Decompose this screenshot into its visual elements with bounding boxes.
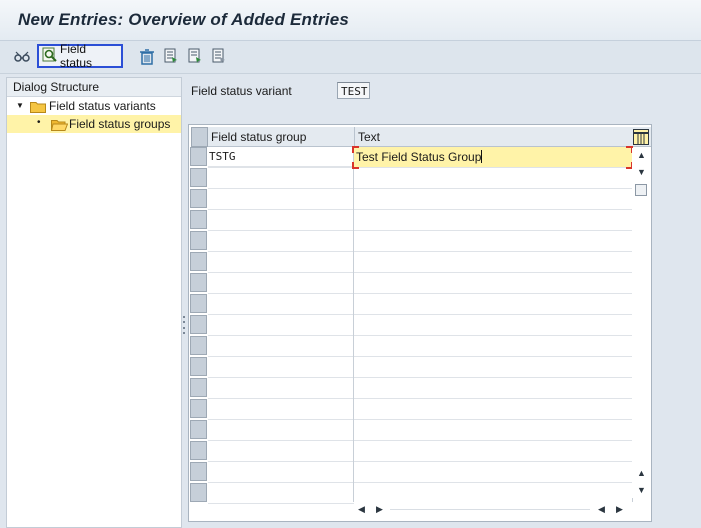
scroll-right-icon[interactable]: ▶ — [616, 504, 623, 515]
dialog-structure-panel: Dialog Structure ▼ Field status variants… — [6, 77, 182, 528]
required-marker-top-left — [352, 146, 359, 153]
text-input[interactable]: Test Field Status Group — [354, 147, 632, 167]
table-row — [208, 272, 632, 273]
column-header-text[interactable]: Text — [354, 127, 632, 147]
horizontal-scrollbar[interactable]: ◀ ▶ ◀ ▶ — [354, 502, 632, 518]
row-selector[interactable] — [190, 420, 207, 439]
table-row — [208, 419, 632, 420]
trash-icon[interactable] — [137, 46, 157, 66]
column-divider — [353, 147, 354, 502]
application-toolbar: Field status — [0, 41, 701, 74]
row-selector[interactable] — [190, 336, 207, 355]
title-bar: New Entries: Overview of Added Entries — [0, 0, 701, 41]
row-selector[interactable] — [190, 315, 207, 334]
page-title: New Entries: Overview of Added Entries — [18, 10, 349, 29]
row-selector[interactable] — [190, 294, 207, 313]
scroll-left-icon[interactable]: ◀ — [358, 504, 365, 515]
required-marker-bottom-left — [352, 162, 359, 169]
table-row — [208, 335, 632, 336]
tree-item-field-status-groups[interactable]: • Field status groups — [7, 115, 181, 133]
row-selector[interactable] — [190, 462, 207, 481]
text-input-value: Test Field Status Group — [356, 150, 482, 164]
table-corner-cell[interactable] — [191, 127, 208, 147]
table-row — [208, 188, 632, 189]
table-row — [208, 440, 632, 441]
field-status-variant-label: Field status variant — [191, 84, 292, 98]
select-block-icon[interactable] — [185, 46, 205, 66]
open-folder-icon — [50, 118, 69, 136]
table-row — [208, 251, 632, 252]
scroll-down-icon[interactable]: ▼ — [637, 485, 646, 495]
table-row — [208, 482, 632, 483]
row-selector[interactable] — [190, 231, 207, 250]
bullet-icon: • — [37, 117, 41, 128]
table-row — [208, 230, 632, 231]
select-all-icon[interactable] — [161, 46, 181, 66]
row-selector[interactable] — [190, 441, 207, 460]
scroll-right-small-icon[interactable]: ▶ — [376, 504, 383, 515]
table-row — [208, 398, 632, 399]
panel-splitter[interactable] — [182, 316, 186, 334]
table-row — [208, 293, 632, 294]
table-row — [208, 356, 632, 357]
table-row — [208, 209, 632, 210]
field-status-variant-value: TEST — [337, 82, 370, 99]
field-status-group-input[interactable]: TSTG — [208, 147, 353, 167]
row-selector[interactable] — [190, 357, 207, 376]
table-row — [208, 314, 632, 315]
row-selector[interactable] — [190, 147, 207, 166]
tree-item-field-status-variants[interactable]: ▼ Field status variants — [7, 97, 181, 115]
row-selector[interactable] — [190, 378, 207, 397]
field-status-icon — [42, 47, 58, 66]
table-row — [208, 461, 632, 462]
table-settings-cell[interactable] — [632, 127, 651, 147]
deselect-icon[interactable] — [209, 46, 229, 66]
field-status-button-label: Field status — [60, 42, 93, 70]
row-selector[interactable] — [190, 399, 207, 418]
glasses-icon[interactable] — [12, 46, 32, 66]
row-selector[interactable] — [190, 483, 207, 502]
table-row — [208, 377, 632, 378]
expand-arrow-icon[interactable]: ▼ — [16, 97, 24, 115]
scroll-thumb[interactable] — [635, 184, 647, 196]
scroll-left-end-icon[interactable]: ◀ — [598, 504, 605, 515]
row-selector[interactable] — [190, 210, 207, 229]
tree-item-label: Field status groups — [69, 117, 171, 131]
field-status-groups-table: Field status group Text — [188, 124, 652, 522]
vertical-scrollbar[interactable]: ▲ ▼ ▲ ▼ — [632, 148, 650, 498]
row-selector[interactable] — [190, 189, 207, 208]
row-selector[interactable] — [190, 273, 207, 292]
row-selector[interactable] — [190, 252, 207, 271]
row-selector[interactable] — [190, 168, 207, 187]
table-row — [208, 167, 632, 168]
scroll-up-icon[interactable]: ▲ — [637, 150, 646, 160]
dialog-structure-title: Dialog Structure — [7, 78, 181, 97]
table-settings-icon[interactable] — [633, 129, 649, 145]
column-header-field-status-group[interactable]: Field status group — [208, 127, 354, 147]
hscroll-track — [390, 509, 590, 510]
field-status-button[interactable]: Field status — [37, 42, 123, 70]
tree-item-label: Field status variants — [49, 99, 156, 113]
scroll-down-small-icon[interactable]: ▼ — [637, 167, 646, 177]
text-cursor — [481, 150, 483, 163]
scroll-up-bottom-icon[interactable]: ▲ — [637, 468, 646, 478]
